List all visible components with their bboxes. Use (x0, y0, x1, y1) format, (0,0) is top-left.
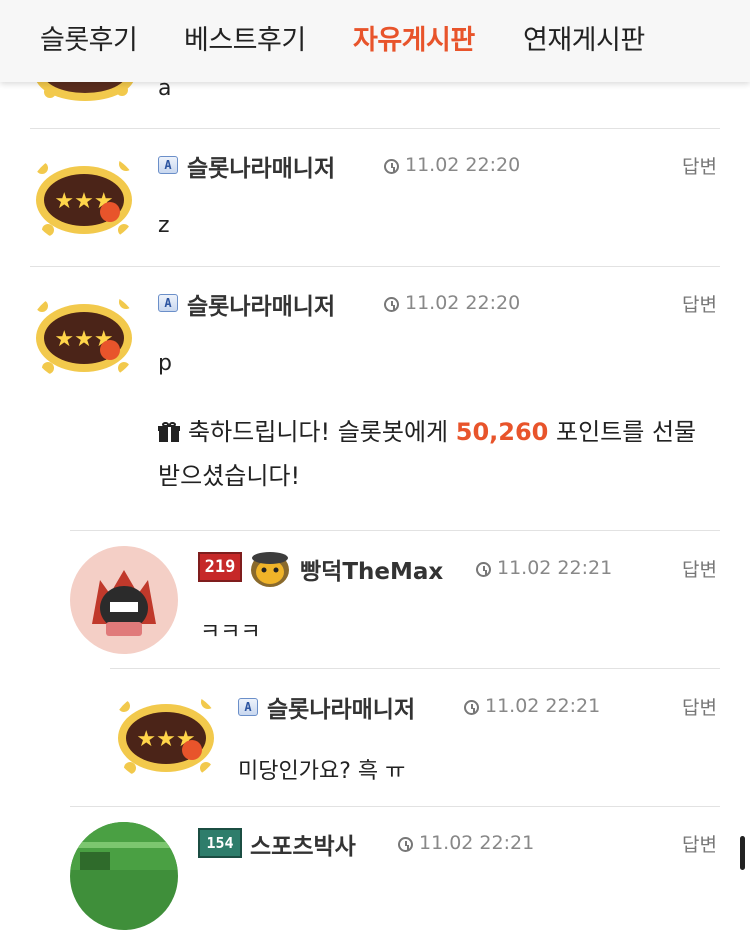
member-icon (248, 546, 292, 590)
avatar: ★★★ (28, 288, 140, 384)
comment-divider (30, 128, 720, 129)
reply-button[interactable]: 답변 (682, 290, 717, 317)
comment-text: z (158, 213, 170, 238)
top-tab-bar: 슬롯후기 베스트후기 자유게시판 연재게시판 (0, 0, 750, 82)
level-badge: 154 (198, 828, 242, 858)
gift-points: 50,260 (455, 418, 549, 446)
admin-badge-icon: A (158, 294, 178, 312)
avatar (70, 546, 178, 654)
comment-time: 11.02 22:20 (384, 154, 520, 176)
tab-serial-board[interactable]: 연재게시판 (523, 18, 645, 57)
comment-divider (70, 530, 720, 531)
reply-button[interactable]: 답변 (682, 830, 717, 857)
admin-badge-icon: A (158, 156, 178, 174)
comment-author[interactable]: 빵덕TheMax (300, 552, 443, 586)
comment-author[interactable]: 슬롯나라매니저 (187, 149, 335, 183)
comment-time: 11.02 22:21 (464, 695, 600, 717)
comment-time: 11.02 22:20 (384, 292, 520, 314)
tab-best-reviews[interactable]: 베스트후기 (184, 18, 306, 57)
tab-free-board[interactable]: 자유게시판 (353, 18, 475, 57)
level-badge: 219 (198, 552, 242, 582)
reply-button[interactable]: 답변 (682, 555, 717, 582)
clock-icon (464, 700, 479, 715)
comment-divider (30, 266, 720, 267)
tab-slot-reviews[interactable]: 슬롯후기 (40, 18, 138, 57)
avatar: ★★★ (110, 688, 222, 784)
comment-author[interactable]: 슬롯나라매니저 (267, 690, 415, 724)
comment-text: p (158, 351, 172, 376)
avatar: ★★★ (28, 150, 140, 246)
reply-button[interactable]: 답변 (682, 693, 717, 720)
clock-icon (384, 159, 399, 174)
reply-button[interactable]: 답변 (682, 152, 717, 179)
gift-text-prefix: 축하드립니다! 슬롯봇에게 (188, 418, 456, 446)
clock-icon (384, 297, 399, 312)
gift-notice: 축하드립니다! 슬롯봇에게 50,260 포인트를 선물받으셨습니다! (158, 410, 718, 498)
comment-author[interactable]: 스포츠박사 (250, 827, 356, 861)
comment-author[interactable]: 슬롯나라매니저 (187, 287, 335, 321)
admin-badge-icon: A (238, 698, 258, 716)
comment-divider (70, 806, 720, 807)
clock-icon (476, 562, 491, 577)
comment-time: 11.02 22:21 (476, 557, 612, 579)
comment-text: 미당인가요? 흑 ㅠ (238, 759, 406, 784)
scrollbar[interactable] (740, 836, 745, 870)
gift-icon (158, 422, 180, 442)
clock-icon (398, 837, 413, 852)
comment-text: ㅋㅋㅋ (200, 620, 261, 645)
avatar (70, 822, 178, 930)
comment-time: 11.02 22:21 (398, 832, 534, 854)
comment-divider (110, 668, 720, 669)
